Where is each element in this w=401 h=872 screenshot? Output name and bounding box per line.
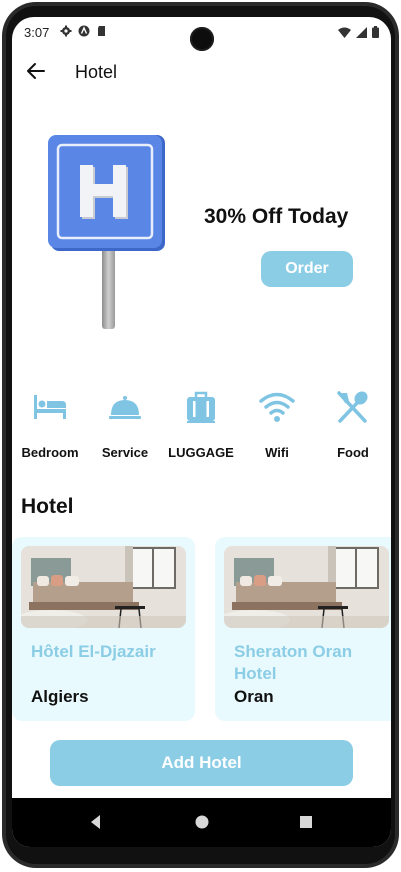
battery-icon — [372, 26, 379, 38]
wifi-status-icon — [338, 27, 351, 38]
status-left-icons — [60, 25, 108, 37]
hotel-sign-illustration — [48, 135, 165, 329]
hotel-name: Hôtel El-Djazair — [31, 642, 156, 661]
device-frame: 3:07 Hotel 30% Off Today Order Bedroom S… — [0, 0, 401, 872]
hotel-name: Sheraton Oran Hotel — [234, 642, 353, 683]
system-navigation-bar — [12, 798, 391, 847]
status-time: 3:07 — [24, 25, 50, 40]
page-title: Hotel — [75, 62, 118, 82]
settings-icon — [60, 25, 72, 37]
front-camera — [190, 27, 214, 51]
amenity-label: Bedroom — [21, 445, 79, 460]
utensils-icon — [337, 391, 368, 423]
nav-recents-icon[interactable] — [296, 812, 316, 832]
status-right-icons — [338, 26, 379, 38]
amenity-food[interactable]: Food — [316, 389, 390, 469]
section-title: Hotel — [21, 495, 74, 518]
wifi-icon — [259, 392, 295, 422]
sd-card-icon — [98, 26, 105, 36]
amenity-label: Service — [101, 445, 149, 460]
amenity-luggage[interactable]: LUGGAGE — [164, 389, 238, 469]
screen: 3:07 Hotel 30% Off Today Order Bedroom S… — [12, 17, 391, 847]
app-notification-icon — [78, 25, 90, 37]
amenity-wifi[interactable]: Wifi — [240, 389, 314, 469]
status-bar: 3:07 — [12, 17, 391, 51]
hotel-card[interactable]: Hôtel El-Djazair Algiers — [12, 537, 195, 721]
bed-icon — [34, 395, 66, 419]
hotel-room-image — [21, 546, 186, 628]
app-bar: Hotel — [12, 49, 391, 95]
cloche-icon — [109, 396, 141, 419]
amenity-label: Wifi — [265, 445, 289, 460]
hotel-city: Oran — [234, 687, 274, 706]
back-arrow-icon[interactable] — [24, 59, 48, 83]
amenity-bedroom[interactable]: Bedroom — [13, 389, 87, 469]
hotel-city: Algiers — [31, 687, 89, 706]
order-button[interactable]: Order — [261, 251, 353, 287]
promo-text: 30% Off Today — [204, 205, 349, 228]
nav-back-icon[interactable] — [86, 812, 106, 832]
nav-home-icon[interactable] — [192, 812, 212, 832]
hotel-card[interactable]: Sheraton Oran Hotel Oran — [215, 537, 391, 721]
add-hotel-button[interactable]: Add Hotel — [50, 740, 353, 786]
amenity-label: LUGGAGE — [168, 445, 234, 460]
amenity-service[interactable]: Service — [88, 389, 162, 469]
hotel-room-image — [224, 546, 389, 628]
signal-icon — [356, 26, 367, 38]
luggage-icon — [187, 391, 215, 423]
amenity-label: Food — [337, 445, 369, 460]
